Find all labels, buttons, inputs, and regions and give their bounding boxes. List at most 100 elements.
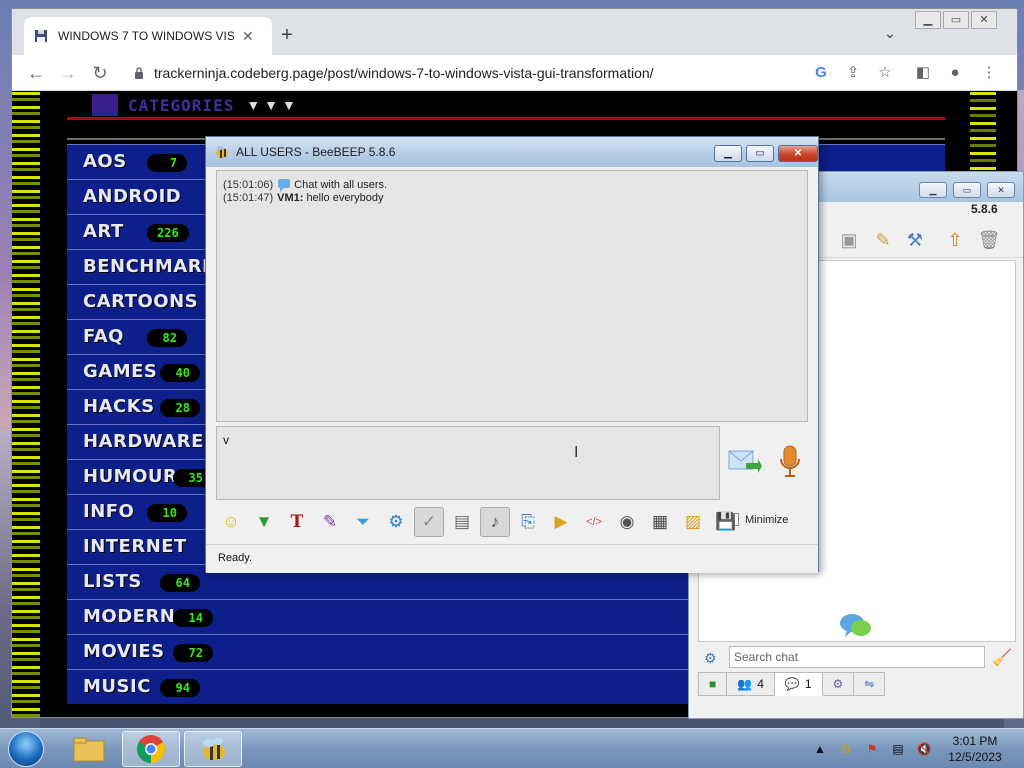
chat-bubbles-icon (840, 614, 871, 637)
category-count-badge: 64 (160, 574, 200, 592)
category-name: ART (83, 221, 124, 242)
settings-gears-icon[interactable]: ⚙ (381, 507, 411, 537)
notes-icon[interactable]: ▨ (678, 507, 708, 537)
message-input[interactable] (216, 426, 720, 500)
maximize-button[interactable]: ▭ (943, 11, 969, 29)
word-complete-icon[interactable]: ▤ (447, 507, 477, 537)
speech-bubble-icon (278, 179, 291, 192)
screenshot-icon[interactable]: ▦ (645, 507, 675, 537)
record-icon[interactable]: ◉ (612, 507, 642, 537)
explorer-taskbar-icon[interactable] (60, 731, 118, 767)
update-arrow-icon[interactable]: ⇧ (943, 228, 967, 252)
volume-muted-icon[interactable]: 🔇 (916, 741, 932, 757)
clock-date: 12/5/2023 (948, 750, 1002, 764)
main-minimize-button[interactable]: ▁ (919, 182, 947, 198)
send-message-icon[interactable] (728, 447, 762, 477)
main-close-button[interactable]: ✕ (987, 182, 1015, 198)
chrome-logo-icon (137, 735, 165, 763)
buzz-icon[interactable]: ♪ (480, 507, 510, 537)
color-palette-icon[interactable]: ✎ (315, 507, 345, 537)
side-panel-icon[interactable]: ◧ (912, 62, 934, 84)
floppy-favicon-icon (35, 30, 47, 42)
microphone-icon[interactable] (778, 445, 802, 479)
main-maximize-button[interactable]: ▭ (953, 182, 981, 198)
spellcheck-icon[interactable]: ✓ (414, 507, 444, 537)
category-name: HACKS (83, 396, 155, 417)
search-chat-input[interactable] (729, 646, 985, 668)
save-chat-icon[interactable]: 💾 (711, 507, 741, 537)
search-row: ⚙ 🧹 (698, 646, 1018, 670)
tab-strip: WINDOWS 7 TO WINDOWS VIST ✕ + ⌄ ▁ ▭ ✕ (12, 9, 1017, 55)
category-count-badge: 10 (147, 504, 187, 522)
chat-message: (15:01:06) Chat with all users. (223, 179, 801, 192)
category-name: MUSIC (83, 676, 151, 697)
tab-share[interactable]: ⇋ (854, 672, 886, 696)
emoticon-icon[interactable]: ☺ (216, 507, 246, 537)
trash-icon[interactable]: 🗑 (977, 228, 1001, 252)
tab-users[interactable]: 👥 4 (727, 672, 775, 696)
tools-icon[interactable]: ⚒ (903, 228, 927, 252)
menu-kebab-icon[interactable]: ⋮ (978, 62, 1000, 84)
network-icon[interactable]: ▤ (890, 741, 906, 757)
chat-titlebar[interactable]: ALL USERS - BeeBEEP 5.8.6 ▁ ▭ ✕ (206, 137, 818, 167)
expand-green-icon[interactable]: ▼ (249, 507, 279, 537)
groups-icon: ⚙ (832, 677, 844, 691)
google-translate-icon[interactable]: G (810, 62, 832, 84)
share-network-icon: ⇋ (864, 677, 875, 691)
chats-count: 1 (804, 677, 812, 691)
html-code-icon[interactable]: </> (579, 507, 609, 537)
category-name: CARTOONS (83, 291, 199, 312)
chat-minimize-button[interactable]: ▁ (714, 145, 742, 162)
categories-title: CATEGORIES (128, 95, 235, 115)
filter-icon[interactable]: ⏷ (348, 507, 378, 537)
chat-toolbar: ☺ ▼ T ✎ ⏷ ⚙ ✓ ▤ ♪ ⎘ ▶ </> ◉ ▦ ▨ 💾 (216, 505, 764, 539)
send-file-icon[interactable]: ⎘ (513, 507, 543, 537)
start-button[interactable] (8, 731, 44, 767)
beebeep-tray-icon[interactable]: ✿ (838, 741, 854, 757)
taskbar-clock[interactable]: 3:01 PM 12/5/2023 (942, 733, 1008, 765)
chat-close-button[interactable]: ✕ (778, 145, 818, 162)
browser-tab[interactable]: WINDOWS 7 TO WINDOWS VIST ✕ (24, 17, 272, 55)
bag-icon[interactable]: ▣ (837, 228, 861, 252)
led-strip-left (12, 92, 40, 717)
tab-users-list[interactable]: ■ (698, 672, 728, 696)
close-tab-icon[interactable]: ✕ (242, 28, 254, 45)
chat-message-log[interactable]: (15:01:06) Chat with all users. (15:01:4… (216, 170, 808, 422)
action-center-icon[interactable]: ⚑ (864, 741, 880, 757)
category-name: LISTS (83, 571, 142, 592)
category-count-badge: 72 (173, 644, 213, 662)
category-name: GAMES (83, 361, 158, 382)
back-icon[interactable]: ← (24, 61, 48, 85)
beebeep-chat-window: ALL USERS - BeeBEEP 5.8.6 ▁ ▭ ✕ (15:01:0… (205, 136, 819, 573)
search-settings-icon[interactable]: ⚙ (704, 650, 717, 667)
send-folder-icon[interactable]: ▶ (546, 507, 576, 537)
edit-pencil-icon[interactable]: ✎ (871, 228, 895, 252)
profile-avatar-icon[interactable]: ● (944, 62, 966, 84)
browser-toolbar: ← → ↻ trackerninja.codeberg.page/post/wi… (12, 55, 1017, 91)
tab-search-icon[interactable]: ⌄ (884, 25, 896, 42)
minimize-button[interactable]: ▁ (915, 11, 941, 29)
new-tab-button[interactable]: + (274, 23, 300, 49)
show-hidden-icons-icon[interactable]: ▲ (812, 741, 828, 757)
font-icon[interactable]: T (282, 507, 312, 537)
chrome-taskbar-icon[interactable] (122, 731, 180, 767)
category-name: FAQ (83, 326, 124, 347)
category-name: MODERN (83, 606, 176, 627)
tab-chats[interactable]: 💬 1 (774, 672, 823, 696)
taskbar: ▲ ✿ ⚑ ▤ 🔇 3:01 PM 12/5/2023 (0, 728, 1024, 768)
close-button[interactable]: ✕ (971, 11, 997, 29)
bookmark-star-icon[interactable]: ☆ (874, 62, 896, 84)
tab-groups[interactable]: ⚙ (822, 672, 855, 696)
reload-icon[interactable]: ↻ (88, 61, 112, 85)
beebeep-taskbar-icon[interactable] (184, 731, 242, 767)
address-bar[interactable]: trackerninja.codeberg.page/post/windows-… (124, 58, 904, 88)
category-name: INTERNET (83, 536, 187, 557)
lock-icon (135, 67, 143, 79)
forward-icon[interactable]: → (56, 61, 80, 85)
main-window-controls: ▁ ▭ ✕ (919, 182, 1015, 198)
share-icon[interactable]: ⇪ (842, 62, 864, 84)
clock-time: 3:01 PM (952, 734, 998, 748)
chat-maximize-button[interactable]: ▭ (746, 145, 774, 162)
clear-search-icon[interactable]: 🧹 (992, 648, 1012, 668)
chat-window-title: ALL USERS - BeeBEEP 5.8.6 (236, 145, 396, 159)
